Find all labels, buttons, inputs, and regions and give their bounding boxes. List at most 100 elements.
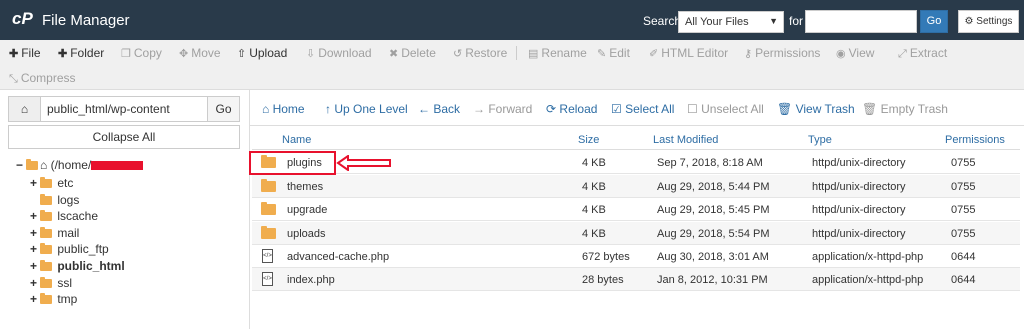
tree-root[interactable]: − ⌂ (/home/ — [16, 158, 144, 172]
html-editor-button[interactable]: ✐ HTML Editor — [649, 46, 728, 60]
collapse-all-button[interactable]: Collapse All — [8, 125, 240, 149]
action-toolbar: ✚ File ✚ Folder ❐ Copy ✥ Move ⇧ Upload ⇩ Downl… — [0, 40, 1024, 90]
view-label: View — [848, 46, 875, 60]
download-button[interactable]: ⇩ Download — [306, 46, 372, 60]
new-folder-button[interactable]: ✚ Folder — [58, 46, 104, 60]
search-input[interactable] — [805, 10, 917, 33]
tree-item-label: ssl — [57, 276, 73, 290]
tree-item-tmp[interactable]: + tmp — [30, 292, 77, 306]
folder-icon — [40, 293, 52, 304]
move-button[interactable]: ✥ Move — [179, 46, 221, 60]
folder-icon — [40, 210, 52, 221]
trash-icon: 🗑 — [862, 102, 878, 116]
row-size: 4 KB — [582, 228, 606, 240]
minus-icon: − — [16, 158, 24, 172]
extract-button[interactable]: ⤢ Extract — [898, 46, 947, 61]
restore-button[interactable]: ↺ Restore — [453, 46, 507, 60]
row-permissions: 0755 — [951, 157, 976, 169]
column-size[interactable]: Size — [578, 134, 599, 146]
compress-button[interactable]: ⤡ Compress — [9, 71, 76, 86]
row-modified: Aug 29, 2018, 5:54 PM — [657, 228, 770, 240]
plus-icon: + — [30, 226, 38, 240]
row-modified: Aug 29, 2018, 5:45 PM — [657, 204, 770, 216]
chevron-down-icon: ▼ — [769, 16, 778, 26]
tree-item-label: tmp — [57, 292, 78, 306]
key-icon: ⚷ — [744, 48, 753, 60]
table-row[interactable]: uploads 4 KB Aug 29, 2018, 5:54 PM httpd… — [252, 222, 1020, 245]
column-name[interactable]: Name — [282, 134, 311, 146]
row-type: httpd/unix-directory — [812, 181, 906, 193]
folder-open-icon — [26, 159, 38, 170]
table-row[interactable]: upgrade 4 KB Aug 29, 2018, 5:45 PM httpd… — [252, 198, 1020, 221]
delete-label: Delete — [401, 46, 436, 60]
permissions-button[interactable]: ⚷ Permissions — [744, 46, 820, 60]
settings-button[interactable]: ⚙ Settings — [958, 10, 1019, 33]
move-icon: ✥ — [179, 48, 189, 60]
path-go-button[interactable]: Go — [207, 97, 239, 121]
view-trash-button[interactable]: 🗑 View Trash — [777, 102, 855, 116]
tree-item-ssl[interactable]: + ssl — [30, 276, 72, 290]
tree-item-label: mail — [57, 226, 80, 240]
view-button[interactable]: ◉ View — [836, 46, 874, 60]
plus-icon: + — [30, 209, 38, 223]
forward-label: Forward — [488, 102, 533, 116]
tree-item-etc[interactable]: + etc — [30, 176, 73, 190]
column-last-modified[interactable]: Last Modified — [653, 134, 718, 146]
select-all-button[interactable]: ☑ Select All — [611, 102, 674, 116]
edit-label: Edit — [609, 46, 630, 60]
tree-item-label: public_ftp — [57, 242, 109, 256]
search-scope-select[interactable]: All Your Files ▼ — [678, 11, 784, 33]
path-input[interactable]: public_html/wp-content — [47, 102, 170, 116]
delete-button[interactable]: ✖ Delete — [389, 46, 436, 60]
edit-button[interactable]: ✎ Edit — [597, 46, 630, 60]
copy-button[interactable]: ❐ Copy — [121, 46, 162, 60]
tree-item-mail[interactable]: + mail — [30, 226, 79, 240]
empty-trash-button[interactable]: 🗑 Empty Trash — [862, 102, 948, 116]
unselect-all-button[interactable]: ☐ Unselect All — [687, 102, 764, 116]
forward-button[interactable]: → Forward — [473, 102, 532, 116]
reload-button[interactable]: ⟳ Reload — [546, 102, 597, 116]
new-file-button[interactable]: ✚ File — [9, 46, 41, 60]
code-file-icon: </> — [262, 272, 273, 286]
home-path-button[interactable]: ⌂ — [9, 97, 41, 121]
row-name: upgrade — [287, 204, 328, 216]
column-permissions[interactable]: Permissions — [945, 134, 1005, 146]
rename-button[interactable]: ▤ Rename — [528, 46, 587, 60]
html-editor-label: HTML Editor — [661, 46, 729, 60]
upload-button[interactable]: ⇧ Upload — [237, 46, 287, 60]
row-permissions: 0755 — [951, 204, 976, 216]
tree-item-lscache[interactable]: + lscache — [30, 209, 98, 223]
tree-root-label: (/home/ — [50, 158, 92, 172]
table-header: Name Size Last Modified Type Permissions — [252, 128, 1020, 150]
close-icon: ✖ — [389, 48, 399, 60]
upload-label: Upload — [249, 46, 288, 60]
annotation-arrow-icon — [336, 155, 391, 171]
up-one-level-button[interactable]: ↑ Up One Level — [325, 102, 408, 116]
row-modified: Sep 7, 2018, 8:18 AM — [657, 157, 763, 169]
back-button[interactable]: ← Back — [418, 102, 460, 116]
table-row[interactable]: </> advanced-cache.php 672 bytes Aug 30,… — [252, 245, 1020, 268]
tree-item-logs[interactable]: logs — [40, 193, 79, 207]
up-one-level-label: Up One Level — [334, 102, 408, 116]
copy-label: Copy — [133, 46, 162, 60]
table-row[interactable]: themes 4 KB Aug 29, 2018, 5:44 PM httpd/… — [252, 175, 1020, 198]
home-button[interactable]: ⌂ Home — [262, 102, 305, 116]
trash-icon: 🗑 — [777, 102, 793, 116]
home-label: Home — [272, 102, 305, 116]
edit-box-icon: ✐ — [649, 48, 659, 60]
download-label: Download — [318, 46, 372, 60]
plus-icon: + — [30, 276, 38, 290]
row-size: 672 bytes — [582, 251, 630, 263]
search-go-button[interactable]: Go — [920, 10, 948, 33]
row-type: application/x-httpd-php — [812, 274, 924, 286]
column-type[interactable]: Type — [808, 134, 832, 146]
checkbox-empty-icon: ☐ — [687, 102, 698, 116]
row-size: 4 KB — [582, 204, 606, 216]
row-size: 28 bytes — [582, 274, 624, 286]
cpanel-logo[interactable]: cP — [12, 9, 33, 29]
tree-item-public-html[interactable]: + public_html — [30, 259, 125, 273]
table-row[interactable]: </> index.php 28 bytes Jan 8, 2012, 10:3… — [252, 268, 1020, 291]
tree-item-public-ftp[interactable]: + public_ftp — [30, 242, 109, 256]
toolbar-divider — [516, 46, 517, 60]
move-label: Move — [191, 46, 221, 60]
